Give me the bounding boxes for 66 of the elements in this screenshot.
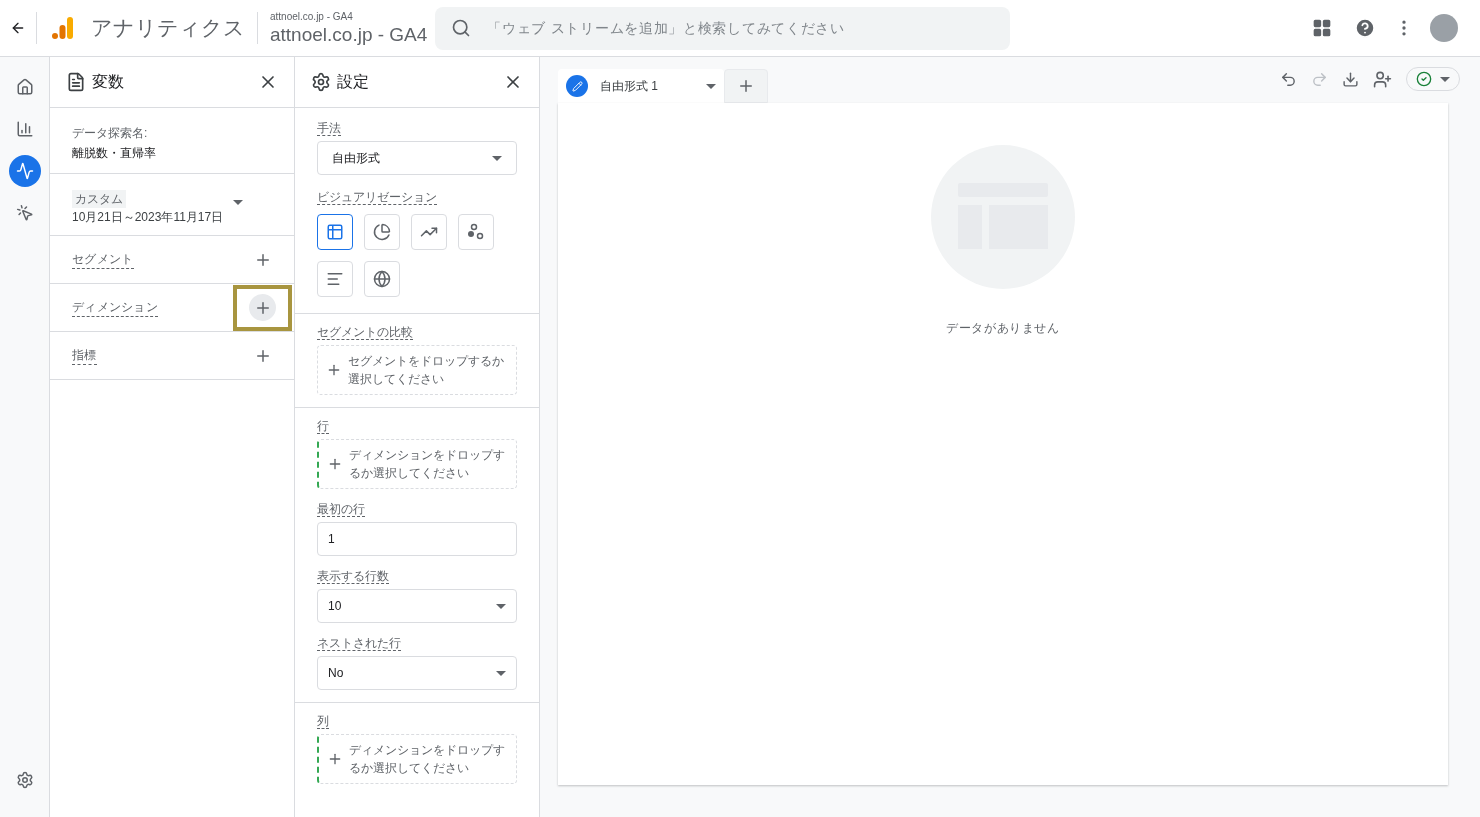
undo-icon[interactable]	[1280, 70, 1297, 88]
search-icon	[451, 18, 472, 38]
rows-count-dropdown[interactable]: 10	[317, 589, 517, 623]
field-label: 最初の行	[317, 502, 365, 517]
pencil-icon	[571, 80, 583, 92]
settings-gear-icon	[311, 72, 331, 92]
visualization-button[interactable]	[317, 214, 353, 250]
date-preset-chip: カスタム	[72, 190, 126, 208]
dropdown-caret-icon	[706, 83, 716, 89]
field-label: 表示する行数	[317, 569, 389, 584]
drop-zone-text: セグメントをドロップするか選択してください	[348, 353, 505, 388]
field-label: 列	[317, 714, 329, 729]
nav-item[interactable]	[8, 155, 41, 187]
technique-dropdown[interactable]: 自由形式	[317, 141, 517, 175]
field-label: 手法	[317, 121, 341, 136]
download-icon[interactable]	[1342, 70, 1359, 88]
check-circle-icon	[1416, 71, 1432, 87]
add-tab-button[interactable]	[724, 69, 768, 103]
home-icon	[15, 78, 34, 96]
dropdown-caret-icon	[492, 155, 502, 161]
donut-chart-icon	[373, 223, 391, 241]
section-label: セグメント	[72, 250, 134, 269]
drop-zone[interactable]: セグメントをドロップするか選択してください	[317, 345, 517, 395]
cursor-target-icon	[15, 204, 34, 222]
section-label: 指標	[72, 346, 97, 365]
search-bar[interactable]: 「ウェブ ストリームを追加」と検索してみてください	[435, 6, 1011, 50]
avatar[interactable]	[1430, 14, 1458, 42]
settings-icon[interactable]	[15, 771, 34, 789]
plus-icon	[327, 751, 343, 767]
scatter-dots-icon	[467, 223, 485, 241]
field-label: ビジュアリゼーション	[317, 190, 437, 205]
drop-zone[interactable]: ディメンションをドロップするか選択してください	[317, 439, 517, 489]
empty-message: データがありません	[946, 320, 1060, 337]
account-path[interactable]: attnoel.co.jp - GA4	[270, 12, 428, 22]
analytics-logo-icon	[51, 16, 75, 40]
first-row-field[interactable]: 1	[317, 522, 517, 556]
panel-title: 変数	[92, 72, 124, 92]
help-icon[interactable]	[1354, 17, 1376, 39]
tab[interactable]: 自由形式 1	[558, 69, 724, 103]
drop-zone-text: ディメンションをドロップするか選択してください	[349, 742, 506, 777]
product-name: アナリティクス	[91, 15, 245, 42]
dropdown-caret-icon	[1440, 76, 1450, 82]
field-label: 行	[317, 419, 329, 434]
field-label: セグメントの比較	[317, 325, 413, 340]
dropdown-caret-icon	[496, 603, 506, 609]
dropdown-caret-icon	[496, 670, 506, 676]
nested-rows-dropdown[interactable]: No	[317, 656, 517, 690]
exploration-name-label: データ探索名:	[72, 125, 149, 142]
drop-zone[interactable]: ディメンションをドロップするか選択してください	[317, 734, 517, 784]
property-name[interactable]: attnoel.co.jp - GA4	[270, 25, 428, 44]
field-label: ネストされた行	[317, 636, 401, 651]
exploration-name[interactable]: 離脱数・直帰率	[72, 144, 272, 162]
drop-zone-text: ディメンションをドロップするか選択してください	[349, 447, 506, 482]
share-user-icon[interactable]	[1373, 69, 1392, 89]
panel-title: 設定	[337, 72, 369, 92]
section-label: ディメンション	[72, 298, 159, 317]
plus-icon	[326, 362, 342, 378]
plus-icon	[737, 77, 755, 95]
date-range[interactable]: 10月21日～2023年11月17日	[72, 208, 224, 226]
apps-grid-icon[interactable]	[1312, 18, 1332, 38]
search-input[interactable]: 「ウェブ ストリームを追加」と検索してみてください	[487, 17, 995, 39]
globe-icon	[373, 270, 391, 288]
plus-icon	[327, 456, 343, 472]
add-button[interactable]	[233, 284, 292, 331]
trend-chart-icon	[15, 162, 34, 180]
table-icon	[326, 223, 344, 241]
